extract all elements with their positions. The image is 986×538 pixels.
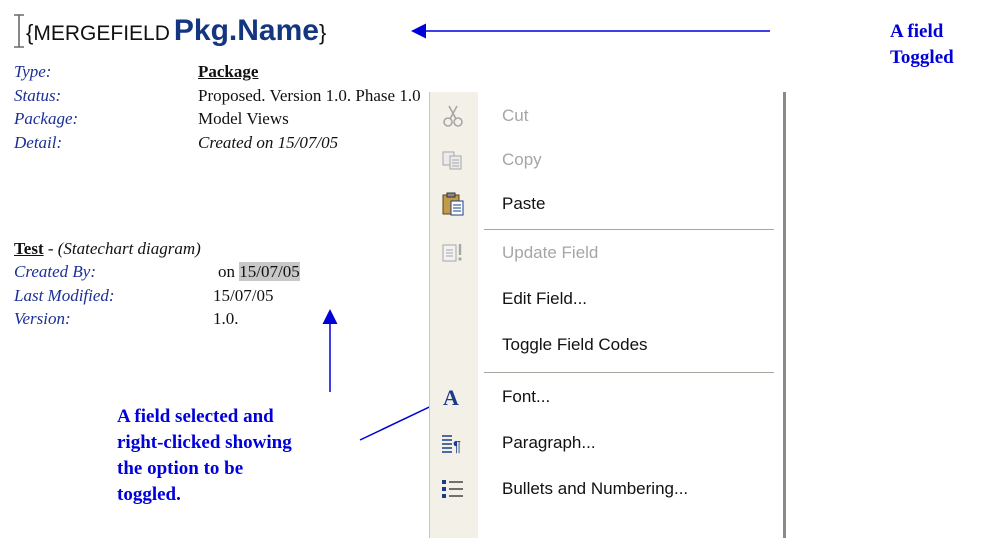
menu-item-label: Edit Field... (502, 289, 588, 308)
paste-icon (442, 192, 464, 216)
scissors-icon (443, 105, 463, 127)
menu-item-font[interactable]: A Font... (430, 376, 783, 420)
annotation-toggled-line2: Toggled (890, 47, 954, 68)
annotation-selected: A field selected and right-clicked showi… (117, 404, 292, 508)
annotation-selected-line3: the option to be (117, 458, 244, 479)
menu-item-edit-field[interactable]: Edit Field... (430, 278, 783, 322)
annotation-toggled: A field Toggled (890, 19, 954, 71)
menu-item-bullets-numbering[interactable]: Bullets and Numbering... (430, 468, 783, 512)
svg-text:¶: ¶ (453, 438, 461, 455)
menu-item-label: Paragraph... (502, 433, 596, 452)
menu-item-label: Paste (502, 194, 546, 213)
menu-item-toggle-field-codes[interactable]: Toggle Field Codes (430, 324, 783, 368)
menu-separator (484, 372, 774, 373)
menu-item-copy[interactable]: Copy (430, 139, 783, 183)
font-icon: A (443, 385, 459, 410)
copy-icon (442, 151, 462, 170)
paragraph-icon: ¶ (442, 435, 461, 455)
menu-item-label: Cut (502, 106, 529, 125)
menu-item-label: Toggle Field Codes (502, 335, 648, 354)
context-menu[interactable]: Cut Copy Paste Update Field Edit Field..… (429, 92, 783, 538)
menu-item-cut[interactable]: Cut (430, 95, 783, 139)
menu-separator (484, 229, 774, 230)
bullets-icon (442, 480, 463, 498)
annotation-selected-line4: toggled. (117, 484, 181, 505)
menu-item-label: Font... (502, 387, 551, 406)
svg-text:A: A (443, 385, 459, 410)
menu-item-label: Bullets and Numbering... (502, 479, 689, 498)
menu-item-paste[interactable]: Paste (430, 183, 783, 227)
annotation-selected-line1: A field selected and (117, 406, 274, 427)
menu-item-label: Copy (502, 150, 542, 169)
menu-item-update-field[interactable]: Update Field (430, 232, 783, 276)
annotation-toggled-line1: A field (890, 21, 944, 42)
annotation-selected-line2: right-clicked showing (117, 432, 292, 453)
update-field-icon (442, 244, 462, 262)
menu-item-label: Update Field (502, 243, 599, 262)
menu-item-paragraph[interactable]: ¶ Paragraph... (430, 422, 783, 466)
